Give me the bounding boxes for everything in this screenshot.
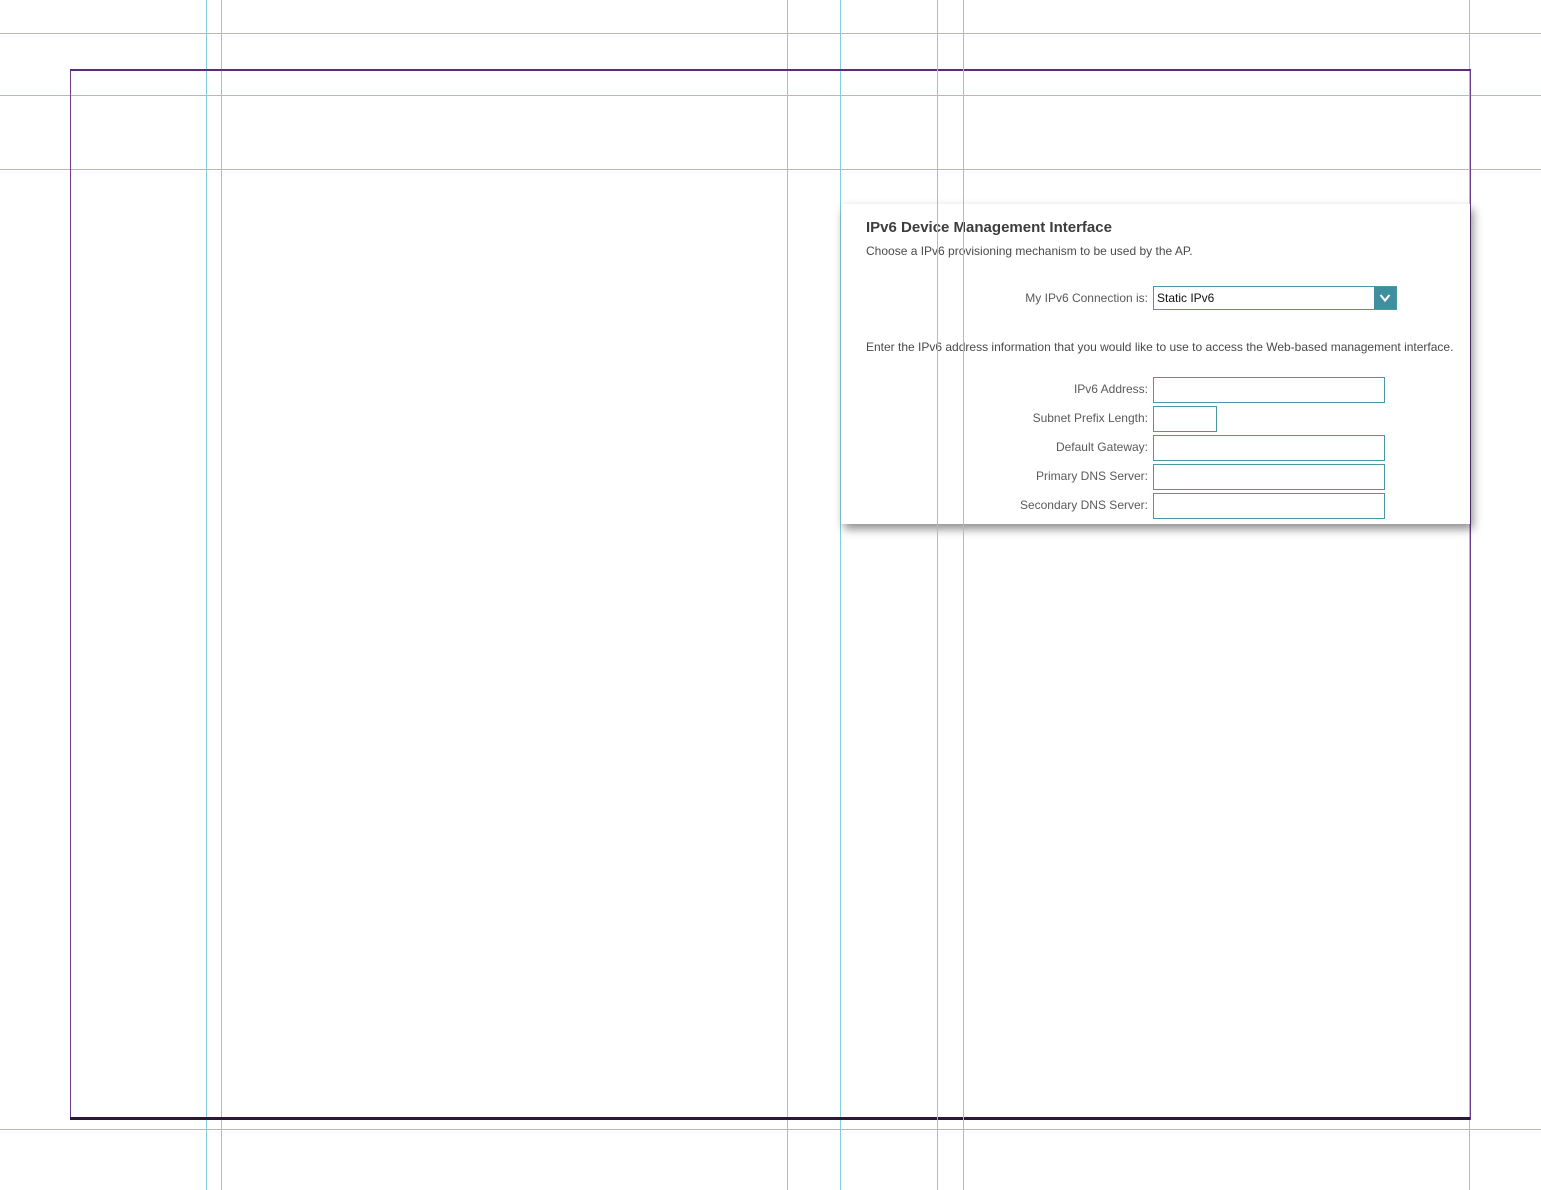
ipv6-address-input[interactable] [1153,377,1385,403]
guide-line [963,0,964,1190]
dropdown-arrow-button[interactable] [1374,287,1396,309]
instructions-text: Enter the IPv6 address information that … [866,340,1454,354]
default-gateway-input[interactable] [1153,435,1385,461]
panel-description: Choose a IPv6 provisioning mechanism to … [866,244,1193,258]
form-row: Secondary DNS Server: [841,493,1470,519]
connection-label: My IPv6 Connection is: [1025,291,1148,305]
connection-type-value: Static IPv6 [1157,291,1215,305]
form-row: Default Gateway: [841,435,1470,461]
form-row: Primary DNS Server: [841,464,1470,490]
primary-dns-input[interactable] [1153,464,1385,490]
default-gateway-label: Default Gateway: [1055,440,1148,454]
panel-title: IPv6 Device Management Interface [866,219,1112,236]
chevron-down-icon [1379,294,1391,303]
subnet-prefix-length-label: Subnet Prefix Length: [1032,411,1148,425]
form-row: IPv6 Address: [841,377,1470,403]
page-bottom-rule [70,1117,1470,1120]
guide-line [937,0,938,1190]
ipv6-management-panel: IPv6 Device Management Interface Choose … [841,204,1470,524]
secondary-dns-label: Secondary DNS Server: [1019,498,1148,512]
subnet-prefix-length-input[interactable] [1153,406,1217,432]
ipv6-address-label: IPv6 Address: [1073,382,1148,396]
secondary-dns-input[interactable] [1153,493,1385,519]
guide-line [0,33,1541,34]
form-row: Subnet Prefix Length: [841,406,1470,432]
connection-row: My IPv6 Connection is: Static IPv6 [841,286,1470,310]
connection-type-select[interactable]: Static IPv6 [1153,286,1397,310]
guide-line [0,1129,1541,1130]
primary-dns-label: Primary DNS Server: [1035,469,1148,483]
